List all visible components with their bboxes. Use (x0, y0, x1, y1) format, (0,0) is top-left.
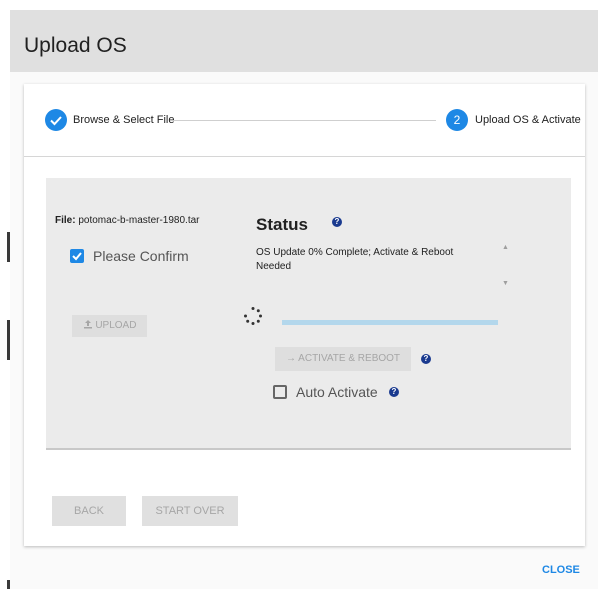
step-2-number: 2 (446, 109, 468, 131)
activate-reboot-label: ACTIVATE & REBOOT (298, 353, 401, 364)
check-icon (45, 109, 67, 131)
close-button[interactable]: CLOSE (542, 564, 580, 576)
scroll-up-icon[interactable]: ▲ (502, 244, 509, 251)
start-over-button[interactable]: START OVER (142, 496, 238, 526)
dialog-title-bar: Upload OS (10, 10, 598, 72)
status-title: Status (256, 215, 308, 234)
status-help-icon[interactable]: ? (332, 217, 342, 227)
auto-activate-help-icon[interactable]: ? (389, 387, 399, 397)
step-connector (174, 120, 436, 121)
status-text: OS Update 0% Complete; Activate & Reboot… (256, 247, 454, 272)
upload-os-dialog: Upload OS Browse & Select File 2 Upload … (10, 10, 598, 589)
file-info: File: potomac-b-master-1980.tar (55, 215, 200, 226)
upload-panel: File: potomac-b-master-1980.tar Please C… (46, 178, 571, 450)
confirm-label: Please Confirm (93, 248, 189, 264)
confirm-checkbox[interactable] (70, 249, 84, 263)
upload-card: Browse & Select File 2 Upload OS & Activ… (24, 84, 585, 546)
step-2-label: Upload OS & Activate (475, 114, 581, 126)
upload-icon (83, 320, 92, 329)
file-prefix: File: (55, 215, 76, 226)
stepper: Browse & Select File 2 Upload OS & Activ… (24, 84, 585, 157)
background-edge (0, 0, 10, 589)
auto-activate-label: Auto Activate (296, 384, 378, 400)
loading-spinner-icon (244, 307, 262, 325)
upload-button[interactable]: UPLOAD (72, 315, 147, 337)
progress-bar (282, 320, 498, 325)
file-name: potomac-b-master-1980.tar (78, 215, 200, 226)
step-1-label: Browse & Select File (73, 114, 175, 126)
auto-activate-checkbox[interactable] (273, 385, 287, 399)
activate-help-icon[interactable]: ? (421, 354, 431, 364)
back-button[interactable]: BACK (52, 496, 126, 526)
activate-reboot-button[interactable]: → ACTIVATE & REBOOT (275, 347, 411, 371)
scroll-down-icon[interactable]: ▼ (502, 280, 509, 287)
dialog-title: Upload OS (24, 34, 127, 57)
check-icon (72, 252, 82, 261)
arrow-right-icon: → (285, 353, 296, 364)
upload-label: UPLOAD (95, 320, 137, 331)
